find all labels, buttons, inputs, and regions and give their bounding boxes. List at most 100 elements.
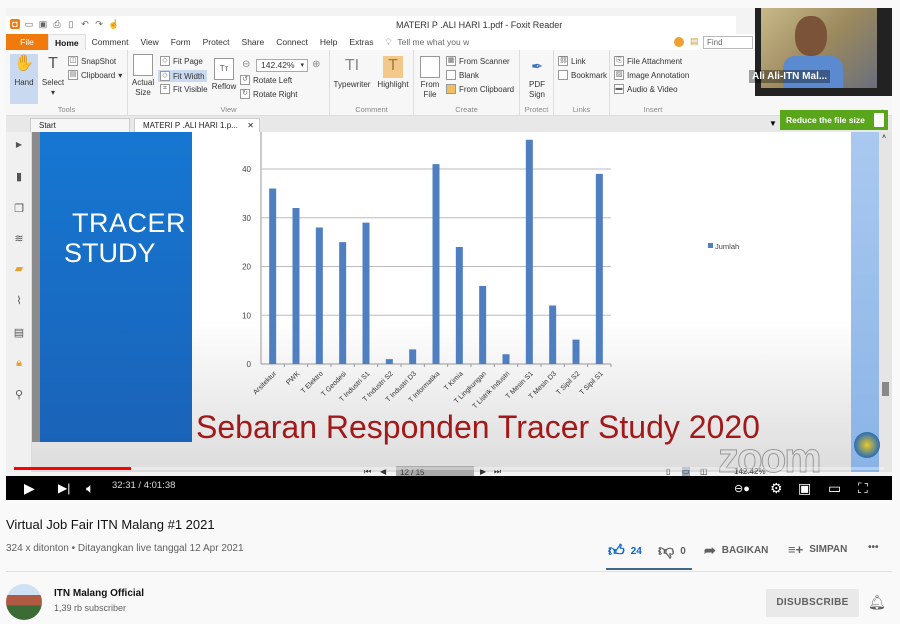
search-tool-icon[interactable]: ⚲	[12, 388, 26, 402]
tab-list-dropdown-icon[interactable]: ▼	[769, 119, 777, 128]
menu-home[interactable]: Home	[48, 34, 86, 50]
typewriter-button[interactable]: TI Typewriter	[332, 56, 372, 90]
open-icon[interactable]: ▭	[24, 19, 34, 29]
participant-video: Ali Ali-ITN Mal...	[749, 8, 892, 96]
notification-bell-icon[interactable]: 🔔︎	[868, 594, 886, 611]
link-icon: ⛓	[558, 56, 568, 66]
scroll-up-icon[interactable]: ˄	[882, 134, 886, 141]
hand-tool-icon[interactable]: ☝	[108, 19, 119, 29]
zoom-select[interactable]: 142.42% ▾	[256, 59, 308, 72]
bookmarks-icon[interactable]: ▮	[12, 170, 26, 184]
participant-name: Ali Ali-ITN Mal...	[749, 70, 831, 83]
like-button[interactable]: 👍︎ 24	[608, 542, 642, 561]
bar	[292, 208, 300, 364]
signatures-icon[interactable]: ▤	[12, 326, 26, 340]
video-progress-bar[interactable]	[14, 467, 884, 470]
from-clipboard-button[interactable]: From Clipboard	[446, 84, 514, 94]
bar	[269, 188, 277, 364]
print-icon[interactable]: ⎙	[52, 19, 62, 29]
video-player[interactable]: ◘ ▭ ▣ ⎙ ▯ ↶ ↷ ☝ MATERI P .ALI HARI 1.pdf…	[6, 8, 892, 500]
find-input[interactable]: Find	[703, 36, 753, 49]
reflow-button[interactable]: Tт Reflow	[210, 58, 238, 92]
new-icon[interactable]: ▯	[66, 19, 76, 29]
rotate-left-button[interactable]: ↺ Rotate Left	[240, 75, 292, 85]
next-video-icon[interactable]: ▶|	[58, 481, 70, 495]
comments-icon[interactable]: ▰	[12, 262, 26, 276]
menu-share[interactable]: Share	[236, 34, 271, 50]
channel-avatar[interactable]	[6, 584, 42, 620]
select-button[interactable]: T Select ▾	[40, 54, 66, 98]
unsubscribe-button[interactable]: DISUBSCRIBE	[766, 589, 859, 617]
progress-played	[14, 467, 132, 470]
theater-mode-icon[interactable]: ▭	[828, 481, 841, 495]
pages-icon[interactable]: ❐	[12, 202, 26, 216]
layers-icon[interactable]: ≋	[12, 232, 26, 246]
smile-icon[interactable]	[674, 37, 684, 47]
hand-button[interactable]: ✋ Hand	[10, 54, 38, 104]
clipboard-button[interactable]: ▤ Clipboard ▾	[68, 70, 122, 80]
clipboard-icon: ▤	[68, 70, 78, 80]
zoom-in-icon[interactable]: ⊕	[312, 59, 320, 70]
reduce-file-size-banner[interactable]: Reduce the file size	[780, 110, 888, 130]
menu-connect[interactable]: Connect	[270, 34, 314, 50]
tab-start[interactable]: Start	[30, 118, 130, 132]
group-label-create: Create	[455, 105, 478, 114]
audio-video-button[interactable]: ▬ Audio & Video	[614, 84, 678, 94]
more-actions-button[interactable]: •••	[868, 542, 879, 553]
security-lock-icon[interactable]: 🔒︎	[12, 356, 26, 370]
pdf-sign-button[interactable]: ✒ PDF Sign	[524, 56, 550, 100]
bookmark-button[interactable]: Bookmark	[558, 70, 607, 80]
actual-size-button[interactable]: Actual Size	[130, 54, 156, 98]
tab-document[interactable]: MATERI P .ALI HARI 1.p... ✕	[134, 118, 260, 132]
menu-help[interactable]: Help	[314, 34, 343, 50]
scrollbar-thumb[interactable]	[882, 382, 889, 396]
redo-icon[interactable]: ↷	[94, 19, 104, 29]
fullscreen-icon[interactable]: ⛶	[858, 481, 868, 495]
thumbs-down-icon: 👎︎	[658, 543, 675, 560]
from-scanner-button[interactable]: ▦ From Scanner	[446, 56, 510, 66]
blank-button[interactable]: Blank	[446, 70, 479, 80]
vertical-scrollbar[interactable]: ˄	[879, 132, 892, 472]
image-annotation-button[interactable]: ▨ Image Annotation	[614, 70, 689, 80]
menu-file[interactable]: File	[6, 34, 48, 50]
expand-panel-icon[interactable]: ▶	[12, 138, 26, 152]
save-icon[interactable]: ▣	[38, 19, 48, 29]
menu-extras[interactable]: Extras	[343, 34, 379, 50]
divider	[6, 571, 892, 572]
menu-view[interactable]: View	[134, 34, 164, 50]
x-tick-label: Arsitektur	[252, 370, 278, 396]
tell-me-input[interactable]: Tell me what you w	[397, 34, 475, 50]
menu-protect[interactable]: Protect	[197, 34, 236, 50]
select-text-icon: T	[48, 55, 58, 72]
file-attachment-button[interactable]: ⎘ File Attachment	[614, 56, 682, 66]
menu-form[interactable]: Form	[165, 34, 197, 50]
fit-width-button[interactable]: ◇ Fit Width	[158, 70, 207, 82]
find-folder-icon[interactable]: ▤	[690, 36, 699, 47]
y-tick-label: 10	[242, 311, 251, 320]
from-file-button[interactable]: From File	[418, 56, 442, 100]
attachments-icon[interactable]: ⌇	[12, 294, 26, 308]
menu-comment[interactable]: Comment	[86, 34, 135, 50]
autoplay-toggle-icon[interactable]: ⊖●	[734, 482, 750, 496]
channel-name[interactable]: ITN Malang Official	[54, 588, 144, 599]
participant-face	[795, 16, 827, 56]
foxit-logo-icon: ◘	[10, 19, 20, 29]
fit-page-button[interactable]: ◇ Fit Page	[160, 56, 203, 66]
zoom-out-icon[interactable]: ⊖	[242, 59, 250, 70]
volume-icon[interactable]: 🔈︎	[86, 481, 94, 495]
play-icon[interactable]: ▶	[24, 481, 35, 495]
rotate-right-button[interactable]: ↻ Rotate Right	[240, 89, 297, 99]
undo-icon[interactable]: ↶	[80, 19, 90, 29]
share-button[interactable]: ➦ BAGIKAN	[704, 542, 768, 559]
dislike-button[interactable]: 👎︎ 0	[658, 542, 686, 561]
fit-visible-button[interactable]: ⌗ Fit Visible	[160, 84, 208, 94]
link-button[interactable]: ⛓ Link	[558, 56, 586, 66]
close-tab-icon[interactable]: ✕	[247, 121, 254, 130]
save-button[interactable]: ≡+ SIMPAN	[788, 542, 847, 557]
snapshot-button[interactable]: ◫ SnapShot	[68, 56, 116, 66]
miniplayer-icon[interactable]: ▣	[798, 481, 811, 495]
pen-sign-icon: ✒	[531, 58, 543, 74]
highlight-button[interactable]: T Highlight	[374, 56, 412, 90]
ribbon-group-create: From File ▦ From Scanner Blank From Clipb…	[414, 50, 520, 116]
settings-gear-icon[interactable]: ⚙	[770, 481, 783, 495]
